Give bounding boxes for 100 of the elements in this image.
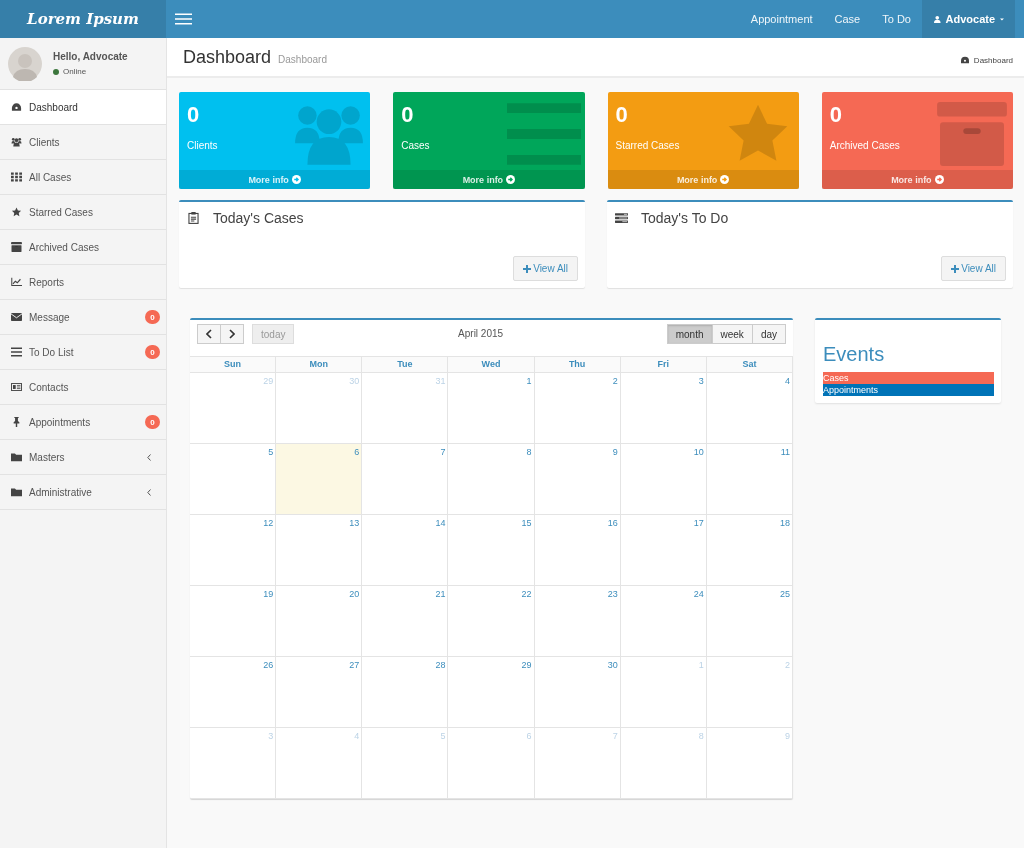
view-all-button[interactable]: View All [941, 256, 1006, 281]
day-cell[interactable]: 30 [534, 657, 621, 728]
stat-label: Starred Cases [615, 140, 680, 151]
view-tab[interactable]: day [752, 324, 786, 344]
day-cell[interactable]: 27 [276, 657, 363, 728]
more-info-link[interactable]: More info [179, 170, 371, 189]
day-cell[interactable]: 2 [534, 373, 621, 444]
sidebar-item[interactable]: All Cases [0, 160, 166, 195]
day-cell[interactable]: 11 [706, 444, 793, 515]
envelope-icon [11, 312, 22, 322]
count-badge: 0 [145, 310, 160, 324]
sidebar-item[interactable]: Archived Cases [0, 230, 166, 265]
day-cell[interactable]: 24 [620, 586, 707, 657]
previous-button[interactable] [197, 324, 221, 344]
folder-icon [11, 487, 22, 497]
user-menu-button[interactable]: Advocate [922, 0, 1015, 38]
day-cell[interactable]: 10 [620, 444, 707, 515]
day-cell[interactable]: 12 [190, 515, 277, 586]
sidebar-item[interactable]: Starred Cases [0, 195, 166, 230]
weekday-header: Sun [190, 356, 277, 373]
plus-icon [951, 264, 960, 273]
day-cell[interactable]: 13 [276, 515, 363, 586]
stat-label: Archived Cases [829, 140, 900, 151]
more-info-link[interactable]: More info [393, 170, 585, 189]
weekday-header: Wed [448, 356, 535, 373]
day-cell[interactable]: 7 [362, 444, 449, 515]
users-icon [11, 137, 22, 147]
breadcrumb-link[interactable]: Dashboard [973, 55, 1013, 65]
day-cell[interactable]: 14 [362, 515, 449, 586]
day-cell[interactable]: 28 [362, 657, 449, 728]
sidebar-item[interactable]: Message 0 [0, 300, 166, 335]
day-cell[interactable]: 18 [706, 515, 793, 586]
sidebar-item[interactable]: Masters [0, 440, 166, 475]
day-cell[interactable]: 9 [534, 444, 621, 515]
count-badge: 0 [145, 345, 160, 359]
nav-link[interactable]: Case [823, 0, 872, 38]
plus-icon [523, 264, 532, 273]
day-cell[interactable]: 1 [448, 373, 535, 444]
chevron-right-icon [229, 329, 235, 339]
weekday-header: Mon [276, 356, 363, 373]
events-title: Events [823, 343, 886, 366]
dashboard-icon [11, 102, 22, 112]
grid-icon [11, 172, 22, 182]
day-cell[interactable]: 20 [276, 586, 363, 657]
user-greeting: Hello, Advocate [53, 51, 128, 62]
weekday-header: Fri [620, 356, 707, 373]
sidebar-item[interactable]: Contacts [0, 370, 166, 405]
day-cell[interactable]: 6 [276, 444, 363, 515]
day-cell[interactable]: 26 [190, 657, 277, 728]
tasks-icon [615, 212, 628, 224]
weekday-header: Tue [362, 356, 449, 373]
view-tab[interactable]: month [666, 324, 713, 344]
event-legend-item[interactable]: Cases [823, 372, 994, 384]
nav-link[interactable]: To Do [871, 0, 922, 38]
day-cell[interactable]: 16 [534, 515, 621, 586]
day-cell[interactable]: 29 [448, 657, 535, 728]
chevron-left-icon [206, 329, 212, 339]
day-cell[interactable]: 15 [448, 515, 535, 586]
day-cell[interactable]: 17 [620, 515, 707, 586]
brand-logo[interactable]: Lorem Ipsum [0, 0, 166, 38]
clipboard-icon [187, 212, 200, 224]
folder-icon [11, 452, 22, 462]
next-button[interactable] [221, 324, 244, 344]
sidebar-item[interactable]: Clients [0, 125, 166, 160]
view-tab[interactable]: week [712, 324, 753, 344]
day-cell[interactable]: 21 [362, 586, 449, 657]
chevron-left-icon [147, 488, 151, 496]
nav-link[interactable]: Appointment [739, 0, 824, 38]
chevron-left-icon [147, 453, 151, 461]
stat-count: 0 [401, 102, 415, 128]
calendar-title: April 2015 [458, 328, 504, 339]
page-subtitle: Dashboard [278, 53, 327, 65]
weekday-header: Sat [706, 356, 793, 373]
more-info-link[interactable]: More info [821, 170, 1013, 189]
day-cell[interactable]: 4 [706, 373, 793, 444]
more-info-link[interactable]: More info [607, 170, 799, 189]
panel-title: Today's To Do [641, 210, 729, 226]
sidebar-item[interactable]: Appointments 0 [0, 405, 166, 440]
day-cell[interactable]: 22 [448, 586, 535, 657]
today-button[interactable]: today [252, 324, 295, 344]
list-icon [506, 102, 581, 166]
day-cell[interactable]: 3 [620, 373, 707, 444]
arrow-circle-icon [291, 175, 301, 184]
day-cell[interactable]: 19 [190, 586, 277, 657]
sidebar-item[interactable]: Reports [0, 265, 166, 300]
stat-label: Clients [187, 140, 218, 151]
day-cell[interactable]: 8 [448, 444, 535, 515]
sidebar-item[interactable]: Administrative [0, 475, 166, 510]
sidebar-item[interactable]: Dashboard [0, 90, 166, 125]
day-cell[interactable]: 25 [706, 586, 793, 657]
star-icon [11, 207, 22, 217]
stat-count: 0 [187, 102, 201, 128]
stat-count: 0 [829, 102, 843, 128]
event-legend-item[interactable]: Appointments [823, 384, 994, 396]
stat-label: Cases [401, 140, 430, 151]
sidebar-item[interactable]: To Do List 0 [0, 335, 166, 370]
user-icon [934, 13, 941, 25]
day-cell[interactable]: 23 [534, 586, 621, 657]
view-all-button[interactable]: View All [513, 256, 578, 281]
menu-icon[interactable] [175, 13, 192, 25]
